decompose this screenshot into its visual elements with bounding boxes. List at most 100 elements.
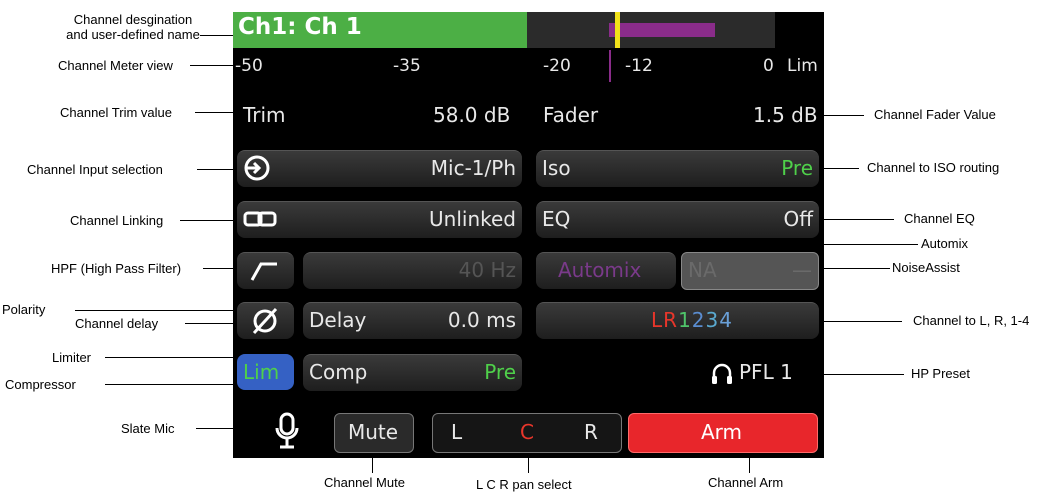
annotation-limiter: Limiter <box>52 350 92 365</box>
leader-line <box>190 65 233 66</box>
meter-tick-50: -50 <box>235 56 263 76</box>
leader-line <box>200 35 233 36</box>
annotation-arm: Channel Arm <box>708 475 784 490</box>
trim-value[interactable]: 58.0 dB <box>433 103 510 127</box>
hpf-toggle-button[interactable] <box>237 252 294 289</box>
comp-value: Pre <box>484 360 516 384</box>
leader-line <box>824 219 894 220</box>
link-value: Unlinked <box>429 207 516 231</box>
channel-screen: Ch1: Ch 1 -50 -35 -20 -12 0 Lim Trim 58.… <box>233 12 824 458</box>
polarity-button[interactable] <box>237 302 294 339</box>
leader-line <box>824 168 859 169</box>
trim-label: Trim <box>243 103 286 127</box>
meter-level-bar <box>609 23 715 37</box>
annotation-delay: Channel delay <box>75 316 159 331</box>
leader-line <box>203 268 233 269</box>
meter-threshold-line <box>609 50 611 82</box>
delay-label: Delay <box>309 308 367 332</box>
iso-routing-button[interactable]: Iso Pre <box>536 150 819 187</box>
slate-mic-button[interactable] <box>275 412 299 455</box>
output-routing-button[interactable]: LR1234 <box>536 302 819 339</box>
leader-line <box>528 458 529 473</box>
delay-value: 0.0 ms <box>447 308 516 332</box>
eq-value: Off <box>783 207 813 231</box>
microphone-icon <box>275 412 299 449</box>
routing-1: 1 <box>678 308 692 332</box>
annotation-iso: Channel to ISO routing <box>867 160 1000 175</box>
annotation-meter-view: Channel Meter view <box>58 58 173 73</box>
leader-line <box>824 321 902 322</box>
hpf-frequency-button[interactable]: 40 Hz <box>303 252 522 289</box>
limiter-button[interactable]: Lim <box>237 354 294 390</box>
annotation-designation-line1: Channel desgination <box>73 12 193 27</box>
noiseassist-button[interactable]: NA — <box>681 252 819 290</box>
annotation-eq: Channel EQ <box>904 211 975 226</box>
leader-line <box>75 310 233 311</box>
fader-label: Fader <box>543 103 599 127</box>
routing-2: 2 <box>691 308 706 332</box>
annotation-hpf: HPF (High Pass Filter) <box>51 261 182 276</box>
mute-button[interactable]: Mute <box>334 413 414 453</box>
noiseassist-value: — <box>792 258 812 282</box>
iso-value: Pre <box>781 156 813 180</box>
eq-label: EQ <box>542 207 571 231</box>
automix-label: Automix <box>558 258 642 282</box>
iso-label: Iso <box>542 156 571 180</box>
meter-tick-12: -12 <box>625 56 653 76</box>
meter-peak-marker <box>615 12 620 48</box>
pan-right[interactable]: R <box>584 420 598 444</box>
eq-button[interactable]: EQ Off <box>536 201 819 238</box>
delay-button[interactable]: Delay 0.0 ms <box>303 302 522 339</box>
input-selection-button[interactable]: Mic-1/Ph <box>237 150 522 187</box>
automix-button[interactable]: Automix <box>536 252 676 289</box>
fader-value[interactable]: 1.5 dB <box>753 103 818 127</box>
arm-button[interactable]: Arm <box>628 413 818 453</box>
annotation-slate-mic: Slate Mic <box>121 421 175 436</box>
leader-line <box>372 458 373 473</box>
annotation-polarity: Polarity <box>2 302 46 317</box>
annotation-input: Channel Input selection <box>27 162 163 177</box>
meter-tick-35: -35 <box>393 56 421 76</box>
noiseassist-label: NA <box>688 258 717 282</box>
leader-line <box>196 428 233 429</box>
annotation-mute: Channel Mute <box>324 475 405 490</box>
leader-line <box>195 112 233 113</box>
hpf-icon <box>249 260 279 287</box>
linking-button[interactable]: Unlinked <box>237 201 522 238</box>
leader-line <box>749 458 750 473</box>
annotation-lr-routing: Channel to L, R, 1-4 <box>913 313 1030 328</box>
pfl-label: PFL 1 <box>739 360 793 384</box>
annotation-linking: Channel Linking <box>70 213 164 228</box>
routing-r: R <box>663 308 679 332</box>
input-value: Mic-1/Ph <box>430 156 516 180</box>
leader-line <box>197 169 233 170</box>
channel-name: Ch1: Ch 1 <box>238 14 362 40</box>
routing-l: L <box>651 308 664 332</box>
meter-tick-0: 0 <box>763 56 774 76</box>
annotation-hp-preset: HP Preset <box>911 366 971 381</box>
arm-label: Arm <box>701 420 743 444</box>
routing-3: 3 <box>705 308 720 332</box>
pan-center[interactable]: C <box>520 420 534 444</box>
mute-label: Mute <box>348 420 399 444</box>
annotation-fader: Channel Fader Value <box>874 107 996 122</box>
leader-line <box>105 357 233 358</box>
annotation-noiseassist: NoiseAssist <box>892 260 960 275</box>
input-icon <box>243 154 271 187</box>
compressor-button[interactable]: Comp Pre <box>303 354 522 391</box>
routing-4: 4 <box>719 308 733 332</box>
limiter-label: Lim <box>243 360 280 384</box>
pan-select[interactable]: L C R <box>432 413 622 453</box>
annotation-automix: Automix <box>921 236 968 251</box>
annotation-pan: L C R pan select <box>476 477 572 492</box>
leader-line <box>185 323 233 324</box>
leader-line <box>824 374 904 375</box>
annotation-trim: Channel Trim value <box>60 105 172 120</box>
leader-line <box>180 220 233 221</box>
leader-line <box>824 115 864 116</box>
comp-label: Comp <box>309 360 368 384</box>
annotation-compressor: Compressor <box>5 377 76 392</box>
pan-left[interactable]: L <box>451 420 462 444</box>
headphones-icon <box>711 362 733 391</box>
annotation-designation: Channel desgination and user-defined nam… <box>38 12 228 42</box>
